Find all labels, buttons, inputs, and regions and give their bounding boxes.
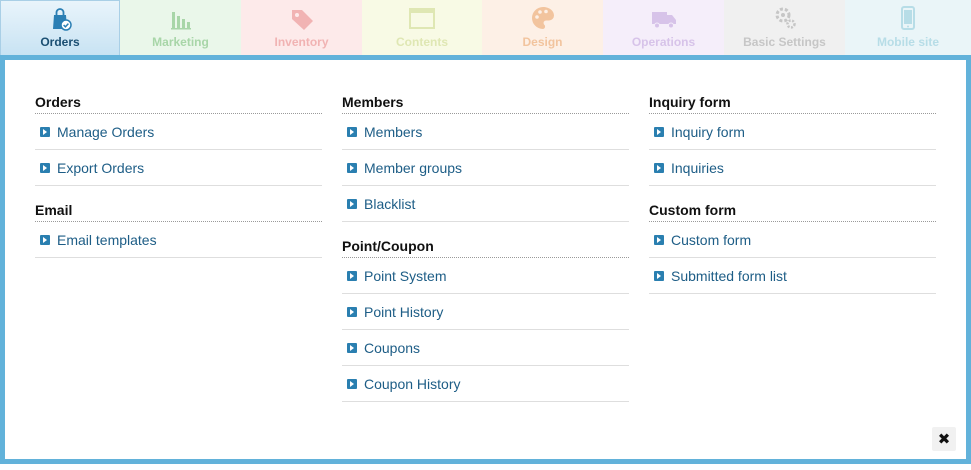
menu-link-blacklist[interactable]: Blacklist [342,186,629,222]
link-label: Member groups [364,159,463,176]
arrow-bullet-icon [347,342,357,353]
arrow-bullet-icon [654,162,664,173]
arrow-bullet-icon [347,270,357,281]
menu-link-export-orders[interactable]: Export Orders [35,150,322,186]
menu-link-coupons[interactable]: Coupons [342,330,629,366]
arrow-bullet-icon [347,198,357,209]
shopping-bag-icon [53,8,72,31]
arrow-bullet-icon [40,234,50,245]
top-nav-tabs: Orders Marketing Inventory Contents Desi… [0,0,971,55]
tab-mobile-site[interactable]: Mobile site [845,0,971,55]
group-title: Custom form [649,198,936,222]
menu-link-point-system[interactable]: Point System [342,258,629,294]
menu-link-point-history[interactable]: Point History [342,294,629,330]
tab-marketing[interactable]: Marketing [120,0,241,55]
link-label: Export Orders [57,159,145,176]
link-label: Coupons [364,339,421,356]
tab-contents[interactable]: Contents [362,0,482,55]
menu-link-manage-orders[interactable]: Manage Orders [35,114,322,150]
price-tag-icon [291,10,313,30]
close-button[interactable]: ✖ [932,427,956,451]
menu-group-inquiry-form: Inquiry form Inquiry form Inquiries [649,90,936,186]
tab-orders[interactable]: Orders [0,0,120,55]
menu-link-custom-form[interactable]: Custom form [649,222,936,258]
menu-link-coupon-history[interactable]: Coupon History [342,366,629,402]
arrow-bullet-icon [40,126,50,137]
tab-design[interactable]: Design [482,0,603,55]
tab-label: Operations [631,35,696,49]
tab-label: Mobile site [876,35,939,49]
group-title: Point/Coupon [342,234,629,258]
link-label: Inquiry form [671,123,745,140]
palette-icon [531,7,554,29]
link-label: Blacklist [364,195,416,212]
link-label: Point System [364,267,447,284]
link-label: Point History [364,303,444,320]
tab-label: Design [522,35,563,49]
tab-label: Marketing [152,35,209,49]
truck-icon [651,12,676,29]
arrow-bullet-icon [654,234,664,245]
group-title: Inquiry form [649,90,936,114]
tab-operations[interactable]: Operations [603,0,724,55]
tab-label: Orders [40,35,80,49]
arrow-bullet-icon [654,270,664,281]
menu-group-members: Members Members Member groups Blacklist [342,90,629,222]
arrow-bullet-icon [347,378,357,389]
menu-link-inquiry-form[interactable]: Inquiry form [649,114,936,150]
link-label: Submitted form list [671,267,787,284]
menu-group-email: Email Email templates [35,198,322,258]
tab-inventory[interactable]: Inventory [241,0,362,55]
link-label: Email templates [57,231,157,248]
menu-column: Orders Manage Orders Export Orders Email… [35,90,322,258]
link-label: Manage Orders [57,123,155,140]
tab-basic-settings[interactable]: Basic Settings [724,0,845,55]
menu-link-member-groups[interactable]: Member groups [342,150,629,186]
close-icon: ✖ [937,431,951,448]
menu-link-members[interactable]: Members [342,114,629,150]
link-label: Inquiries [671,159,724,176]
arrow-bullet-icon [347,126,357,137]
menu-group-point-coupon: Point/Coupon Point System Point History … [342,234,629,402]
group-title: Members [342,90,629,114]
menu-group-custom-form: Custom form Custom form Submitted form l… [649,198,936,294]
bar-chart-icon [170,12,191,30]
link-label: Custom form [671,231,752,248]
smartphone-icon [901,6,915,30]
menu-group-orders: Orders Manage Orders Export Orders [35,90,322,186]
tab-label: Basic Settings [743,35,826,49]
arrow-bullet-icon [40,162,50,173]
window-icon [409,8,435,29]
menu-column: Members Members Member groups Blacklist … [342,90,629,402]
group-title: Orders [35,90,322,114]
group-title: Email [35,198,322,222]
link-label: Members [364,123,423,140]
arrow-bullet-icon [654,126,664,137]
link-label: Coupon History [364,375,461,392]
gears-icon [775,7,796,29]
arrow-bullet-icon [347,162,357,173]
orders-menu-panel: Orders Manage Orders Export Orders Email… [0,55,971,464]
menu-link-email-templates[interactable]: Email templates [35,222,322,258]
arrow-bullet-icon [347,306,357,317]
tab-label: Contents [396,35,448,49]
menu-link-submitted-form-list[interactable]: Submitted form list [649,258,936,294]
menu-link-inquiries[interactable]: Inquiries [649,150,936,186]
menu-column: Inquiry form Inquiry form Inquiries Cust… [649,90,936,294]
tab-label: Inventory [274,35,329,49]
